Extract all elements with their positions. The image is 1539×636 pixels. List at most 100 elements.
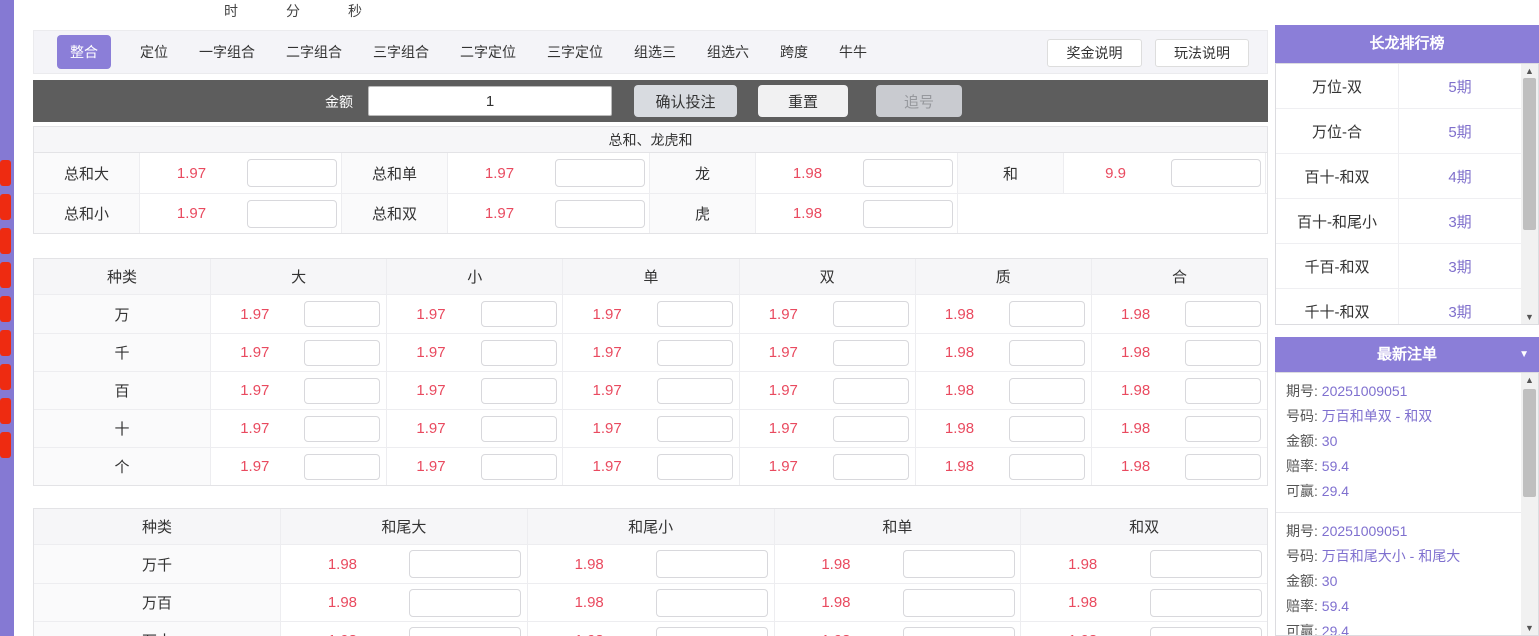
bet-cell-group: 1.98 bbox=[774, 584, 1021, 621]
tab-跨度[interactable]: 跨度 bbox=[780, 42, 808, 62]
prize-info-button[interactable]: 奖金说明 bbox=[1047, 39, 1142, 67]
scrollbar-thumb[interactable] bbox=[1523, 78, 1536, 230]
odds-value: 1.97 bbox=[563, 295, 651, 333]
bet-input[interactable] bbox=[657, 301, 733, 327]
table-row: 百1.971.971.971.971.981.98 bbox=[34, 371, 1267, 409]
bet-cell-group: 1.97 bbox=[210, 372, 386, 409]
tab-一字组合[interactable]: 一字组合 bbox=[199, 42, 255, 62]
bet-input-cell bbox=[551, 194, 650, 233]
bet-input[interactable] bbox=[1009, 378, 1085, 404]
tab-组选六[interactable]: 组选六 bbox=[707, 42, 749, 62]
bet-input-cell bbox=[475, 372, 563, 409]
bet-input[interactable] bbox=[409, 550, 521, 578]
orders-panel-scrollbar[interactable]: ▲ ▼ bbox=[1521, 373, 1538, 635]
bet-input[interactable] bbox=[903, 627, 1015, 636]
bet-input[interactable] bbox=[1150, 589, 1262, 617]
bet-cell-group: 1.98 bbox=[1091, 448, 1267, 485]
tab-组选三[interactable]: 组选三 bbox=[634, 42, 676, 62]
bet-input[interactable] bbox=[1185, 340, 1261, 366]
bet-input[interactable] bbox=[555, 159, 645, 187]
bet-type-label: 总和小 bbox=[34, 194, 140, 233]
bet-input[interactable] bbox=[657, 416, 733, 442]
amount-label: 金额 bbox=[325, 92, 353, 112]
bet-input[interactable] bbox=[481, 301, 557, 327]
tab-三字组合[interactable]: 三字组合 bbox=[373, 42, 429, 62]
bet-input[interactable] bbox=[409, 589, 521, 617]
bet-input[interactable] bbox=[481, 416, 557, 442]
bet-input[interactable] bbox=[555, 200, 645, 228]
bet-input[interactable] bbox=[1150, 550, 1262, 578]
bet-input-cell bbox=[651, 372, 739, 409]
bet-type-label: 万百 bbox=[34, 584, 280, 621]
bet-cell-group: 1.97 bbox=[739, 334, 915, 371]
order-number: 号码: 万百和单双 - 和双 bbox=[1286, 404, 1521, 429]
chevron-down-icon[interactable]: ▼ bbox=[1519, 337, 1529, 372]
bet-type-label: 万 bbox=[34, 295, 210, 333]
bet-input[interactable] bbox=[657, 378, 733, 404]
bet-input[interactable] bbox=[1150, 627, 1262, 636]
bet-input-cell bbox=[1003, 372, 1091, 409]
scrollbar-thumb[interactable] bbox=[1523, 389, 1536, 497]
bet-input[interactable] bbox=[247, 159, 337, 187]
bet-input[interactable] bbox=[833, 301, 909, 327]
bet-input[interactable] bbox=[657, 340, 733, 366]
odds-value: 1.98 bbox=[281, 584, 404, 621]
tab-定位[interactable]: 定位 bbox=[140, 42, 168, 62]
bet-input[interactable] bbox=[863, 159, 953, 187]
scroll-down-icon[interactable]: ▼ bbox=[1521, 621, 1538, 635]
bet-input[interactable] bbox=[304, 340, 380, 366]
bet-input[interactable] bbox=[304, 378, 380, 404]
bet-input[interactable] bbox=[863, 200, 953, 228]
scroll-up-icon[interactable]: ▲ bbox=[1521, 64, 1538, 78]
bet-input[interactable] bbox=[1009, 301, 1085, 327]
bet-input[interactable] bbox=[1009, 454, 1085, 480]
bet-input-cell bbox=[475, 410, 563, 447]
odds-value: 1.97 bbox=[211, 334, 299, 371]
tab-三字定位[interactable]: 三字定位 bbox=[547, 42, 603, 62]
dragon-row: 万位-合5期 bbox=[1276, 109, 1521, 154]
bet-input[interactable] bbox=[1185, 416, 1261, 442]
confirm-bet-button[interactable]: 确认投注 bbox=[634, 85, 737, 117]
bet-input[interactable] bbox=[481, 340, 557, 366]
order-amount: 金额: 30 bbox=[1286, 569, 1521, 594]
tab-牛牛[interactable]: 牛牛 bbox=[839, 42, 867, 62]
bet-input[interactable] bbox=[304, 454, 380, 480]
bet-input[interactable] bbox=[1009, 340, 1085, 366]
dragon-panel-scrollbar[interactable]: ▲ ▼ bbox=[1521, 64, 1538, 324]
red-marker bbox=[0, 228, 11, 254]
bet-input[interactable] bbox=[833, 454, 909, 480]
bet-input[interactable] bbox=[1185, 301, 1261, 327]
bet-input[interactable] bbox=[304, 416, 380, 442]
bet-input[interactable] bbox=[833, 378, 909, 404]
scroll-down-icon[interactable]: ▼ bbox=[1521, 310, 1538, 324]
bet-input[interactable] bbox=[903, 589, 1015, 617]
tab-二字定位[interactable]: 二字定位 bbox=[460, 42, 516, 62]
bet-input-cell bbox=[1179, 410, 1267, 447]
bet-input[interactable] bbox=[657, 454, 733, 480]
reset-button[interactable]: 重置 bbox=[758, 85, 848, 117]
tab-二字组合[interactable]: 二字组合 bbox=[286, 42, 342, 62]
chase-number-button[interactable]: 追号 bbox=[876, 85, 962, 117]
amount-input[interactable] bbox=[368, 86, 612, 116]
bet-input[interactable] bbox=[656, 589, 768, 617]
bet-input[interactable] bbox=[247, 200, 337, 228]
tab-整合[interactable]: 整合 bbox=[57, 35, 111, 69]
bet-input[interactable] bbox=[1185, 378, 1261, 404]
bet-input[interactable] bbox=[409, 627, 521, 636]
bet-input[interactable] bbox=[833, 416, 909, 442]
bet-input[interactable] bbox=[1171, 159, 1261, 187]
bet-input[interactable] bbox=[833, 340, 909, 366]
bet-cell-group: 1.98 bbox=[527, 622, 774, 636]
bet-input[interactable] bbox=[903, 550, 1015, 578]
bet-input[interactable] bbox=[304, 301, 380, 327]
bet-input[interactable] bbox=[656, 627, 768, 636]
bet-input-cell bbox=[651, 448, 739, 485]
bet-input[interactable] bbox=[656, 550, 768, 578]
bet-input[interactable] bbox=[481, 378, 557, 404]
bet-input[interactable] bbox=[1185, 454, 1261, 480]
bet-input[interactable] bbox=[1009, 416, 1085, 442]
rules-info-button[interactable]: 玩法说明 bbox=[1155, 39, 1249, 67]
bet-input-cell bbox=[827, 410, 915, 447]
bet-input[interactable] bbox=[481, 454, 557, 480]
scroll-up-icon[interactable]: ▲ bbox=[1521, 373, 1538, 387]
